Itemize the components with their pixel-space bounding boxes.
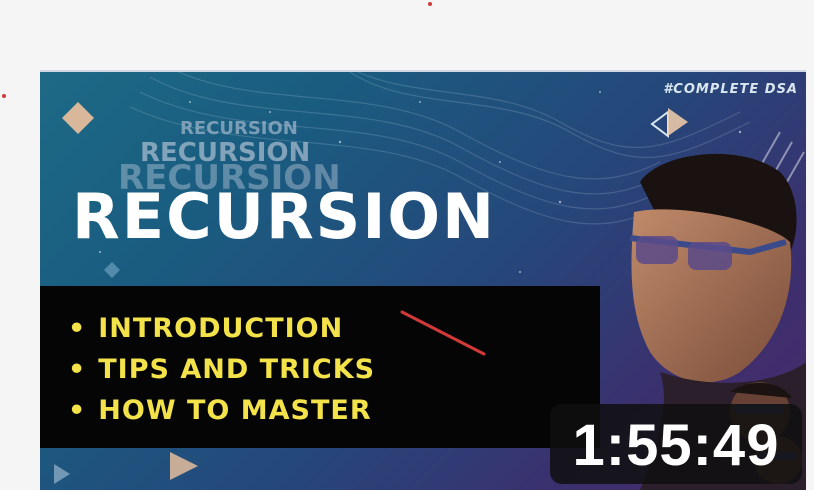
- duration-badge: 1:55:49: [550, 404, 802, 484]
- ghost-title: RECURSION: [180, 118, 298, 139]
- bullet-icon: •: [68, 354, 87, 385]
- triangle-shape-icon: [650, 110, 669, 138]
- video-thumbnail[interactable]: #COMPLETE DSA RECURSION RECURSION RECURS…: [40, 70, 806, 490]
- triangle-shape-icon: [54, 464, 70, 484]
- playlist-tag: #COMPLETE DSA: [663, 82, 798, 97]
- triangle-shape-icon: [170, 452, 198, 480]
- triangle-shape-icon: [668, 108, 688, 136]
- annotation-dot: [2, 94, 6, 98]
- topic-text: TIPS AND TRICKS: [98, 354, 376, 385]
- annotation-dot: [428, 2, 432, 6]
- duration-text: 1:55:49: [572, 413, 780, 478]
- topic-text: HOW TO MASTER: [98, 395, 372, 426]
- thumbnail-title: RECURSION: [72, 180, 496, 253]
- bullet-icon: •: [68, 313, 87, 344]
- topics-panel: • INTRODUCTION • TIPS AND TRICKS • HOW TO M…: [40, 286, 600, 448]
- diamond-shape-icon: [104, 262, 120, 278]
- topic-text: INTRODUCTION: [98, 313, 344, 344]
- topic-item: • TIPS AND TRICKS: [68, 349, 375, 390]
- page: #COMPLETE DSA RECURSION RECURSION RECURS…: [0, 0, 814, 490]
- topic-item: • INTRODUCTION: [68, 308, 375, 349]
- topics-list: • INTRODUCTION • TIPS AND TRICKS • HOW TO M…: [68, 308, 375, 431]
- topic-item: • HOW TO MASTER: [68, 390, 375, 431]
- bullet-icon: •: [68, 395, 87, 426]
- diamond-shape-icon: [62, 102, 94, 134]
